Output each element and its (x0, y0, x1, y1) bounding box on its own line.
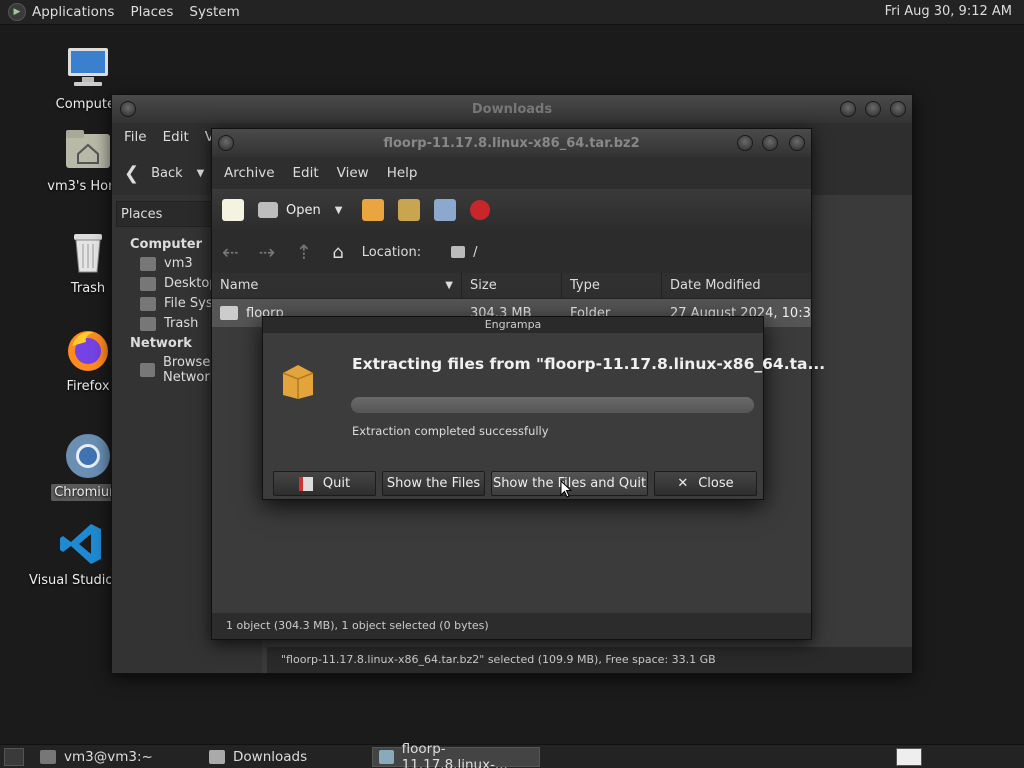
desktop-icon-label: Firefox (66, 379, 110, 394)
extraction-dialog: Engrampa Extracting files from "floorp-1… (262, 316, 825, 500)
dialog-buttons: Quit Show the Files Show the Files and Q… (273, 471, 763, 496)
column-type[interactable]: Type (562, 273, 662, 298)
minimize-icon[interactable] (840, 101, 856, 117)
package-icon (281, 361, 315, 403)
mate-logo-icon[interactable]: ▶ (8, 3, 26, 21)
folder-icon (209, 749, 225, 764)
column-name[interactable]: Name ▼ (212, 273, 462, 298)
maximize-icon[interactable] (865, 101, 881, 117)
button-label: Quit (322, 476, 351, 491)
firefox-icon (64, 326, 112, 374)
back-arrow-icon[interactable]: ❮ (124, 163, 139, 184)
menu-edit[interactable]: Edit (293, 165, 319, 181)
sidebar-item-label: Desktop (164, 276, 218, 291)
taskbar: vm3@vm3:~ Downloads floorp-11.17.8.linux… (0, 741, 1024, 768)
sidebar-item-label: vm3 (164, 256, 193, 271)
sidebar-item-label: Trash (164, 316, 199, 331)
show-desktop-icon[interactable] (4, 747, 24, 766)
new-archive-icon[interactable] (222, 199, 244, 221)
menu-file[interactable]: File (124, 129, 147, 145)
workspace-switcher-icon[interactable] (896, 747, 922, 766)
desktop-icon-label: Trash (70, 281, 106, 296)
clock[interactable]: Fri Aug 30, 9:12 AM (885, 4, 1012, 19)
window-menu-icon[interactable] (120, 101, 136, 117)
window-title: floorp-11.17.8.linux-x86_64.tar.bz2 (383, 135, 640, 151)
menu-edit[interactable]: Edit (163, 129, 189, 145)
engrampa-toolbar: Open ▼ (212, 189, 811, 231)
extract-icon[interactable] (362, 199, 385, 221)
back-button[interactable]: Back (151, 166, 183, 181)
file-list-header: Name ▼ Size Type Date Modified (212, 273, 811, 299)
engrampa-statusbar: 1 object (304.3 MB), 1 object selected (… (212, 613, 811, 639)
menu-archive[interactable]: Archive (224, 165, 275, 181)
forward-arrow-icon[interactable]: ⇢ (259, 240, 276, 264)
dialog-message: Extraction completed successfully (352, 424, 549, 438)
column-label: Name (220, 278, 259, 293)
up-arrow-icon[interactable]: ⇡ (296, 240, 313, 264)
location-label: Location: (361, 244, 422, 260)
progress-fill (351, 397, 754, 413)
task-label: Downloads (233, 748, 308, 765)
home-icon (140, 256, 156, 271)
dialog-heading: Extracting files from "floorp-11.17.8.li… (352, 355, 826, 373)
task-terminal[interactable]: vm3@vm3:~ (34, 747, 199, 767)
sort-down-icon: ▼ (445, 280, 453, 291)
menu-view[interactable]: View (337, 165, 369, 181)
close-icon[interactable] (789, 135, 805, 151)
show-files-button[interactable]: Show the Files (382, 471, 485, 496)
menu-help[interactable]: Help (387, 165, 418, 181)
button-label: Close (698, 476, 734, 491)
quit-icon (298, 476, 313, 491)
terminal-icon (40, 749, 56, 764)
chromium-icon (64, 432, 112, 480)
downloads-statusbar: "floorp-11.17.8.linux-x86_64.tar.bz2" se… (267, 647, 912, 673)
task-label: floorp-11.17.8.linux-... (401, 740, 508, 768)
task-downloads[interactable]: Downloads (203, 747, 368, 767)
minimize-icon[interactable] (737, 135, 753, 151)
close-button[interactable]: ✕ Close (654, 471, 757, 496)
open-icon[interactable] (258, 202, 278, 218)
close-icon: ✕ (677, 476, 689, 491)
chevron-down-icon[interactable]: ▼ (197, 168, 205, 179)
home-icon[interactable]: ⌂ (332, 242, 343, 263)
task-engrampa[interactable]: floorp-11.17.8.linux-... (372, 741, 540, 768)
maximize-icon[interactable] (762, 135, 778, 151)
folder-icon (220, 306, 238, 320)
system-menu[interactable]: System (189, 4, 239, 20)
window-title: Downloads (471, 101, 553, 117)
location-value[interactable]: / (473, 245, 477, 260)
close-icon[interactable] (890, 101, 906, 117)
progress-bar (351, 397, 754, 413)
window-menu-icon[interactable] (218, 135, 234, 151)
back-arrow-icon[interactable]: ⇠ (222, 240, 239, 264)
trash-icon (140, 316, 156, 331)
downloads-titlebar[interactable]: Downloads (112, 95, 912, 123)
home-folder-icon (64, 126, 112, 174)
add-files-icon[interactable] (398, 199, 421, 221)
engrampa-titlebar[interactable]: floorp-11.17.8.linux-x86_64.tar.bz2 (212, 129, 811, 157)
open-button[interactable]: Open (286, 203, 321, 218)
add-folder-icon[interactable] (434, 199, 457, 221)
computer-icon (64, 44, 112, 92)
quit-button[interactable]: Quit (273, 471, 376, 496)
drive-icon (140, 296, 156, 311)
desktop-icon (140, 276, 156, 291)
trash-icon (64, 228, 112, 276)
dialog-title[interactable]: Engrampa (263, 317, 763, 333)
top-panel: ▶ Applications Places System Fri Aug 30,… (0, 0, 1024, 25)
network-icon (140, 363, 155, 377)
engrampa-menubar: Archive Edit View Help (212, 157, 811, 189)
task-label: vm3@vm3:~ (64, 748, 153, 765)
vscode-icon (57, 520, 105, 568)
mouse-cursor-icon (560, 479, 573, 502)
stop-icon[interactable] (470, 200, 491, 220)
column-size[interactable]: Size (462, 273, 562, 298)
chevron-down-icon[interactable]: ▼ (335, 205, 343, 216)
applications-menu[interactable]: Applications (32, 4, 114, 20)
location-bar: ⇠ ⇢ ⇡ ⌂ Location: / (212, 231, 811, 273)
column-date[interactable]: Date Modified (662, 273, 811, 298)
folder-icon (451, 246, 466, 258)
archive-icon (379, 749, 394, 764)
places-menu[interactable]: Places (130, 4, 173, 20)
